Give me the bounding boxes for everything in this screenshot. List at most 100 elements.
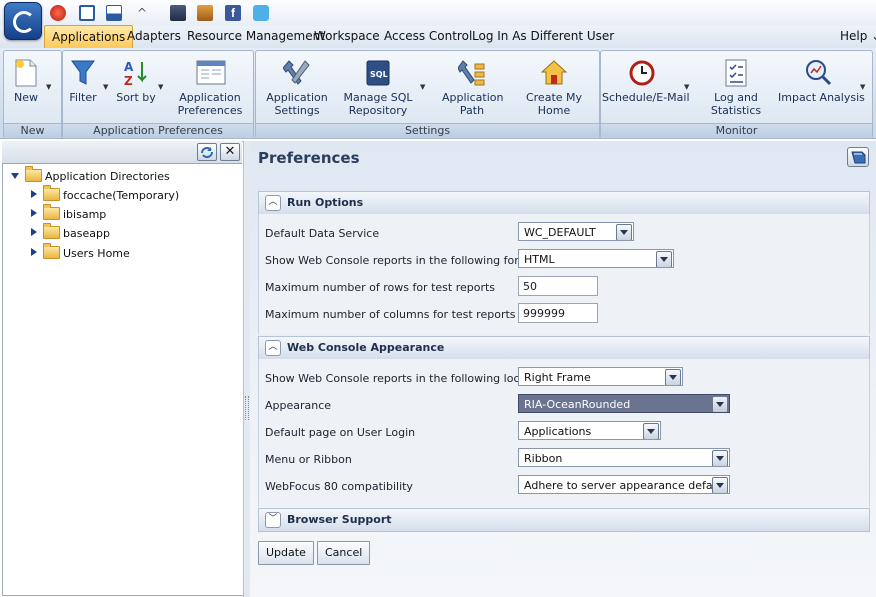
sort-az-icon: AZ bbox=[122, 58, 150, 88]
filter-dropdown-icon[interactable]: ▼ bbox=[103, 83, 108, 91]
select-value: Right Frame bbox=[524, 371, 591, 384]
close-icon[interactable]: ✕ bbox=[220, 143, 240, 161]
ribbon-group-label: Application Preferences bbox=[63, 123, 253, 138]
expand-arrow-icon[interactable] bbox=[31, 209, 37, 217]
quick-access-bar bbox=[0, 0, 876, 26]
chevron-down-icon[interactable] bbox=[656, 251, 672, 267]
menu-workspace[interactable]: Workspace bbox=[307, 26, 387, 46]
sort-by-button[interactable]: AZ Sort by bbox=[115, 58, 157, 104]
tree-item-baseapp[interactable]: baseapp bbox=[31, 223, 110, 243]
splitter-grip-icon bbox=[245, 396, 249, 420]
minimize-panel-icon[interactable] bbox=[106, 5, 122, 21]
expand-arrow-icon[interactable] bbox=[11, 173, 19, 179]
filter-button[interactable]: Filter bbox=[66, 58, 100, 104]
chevron-down-icon[interactable] bbox=[712, 450, 728, 466]
update-button[interactable]: Update bbox=[258, 541, 314, 565]
folder-icon bbox=[43, 204, 60, 220]
webfocus-compat-select[interactable]: Adhere to server appearance default bbox=[518, 475, 730, 494]
svg-text:A: A bbox=[124, 60, 134, 74]
create-home-label-2: Home bbox=[537, 104, 571, 117]
chevron-down-icon[interactable] bbox=[616, 224, 632, 240]
field-label-appearance: Appearance bbox=[265, 399, 332, 412]
application-preferences-button[interactable]: Application Preferences bbox=[176, 58, 244, 117]
section-run-options[interactable]: ︿ Run Options bbox=[258, 191, 870, 215]
menu-help[interactable]: Help ⌄ bbox=[833, 26, 876, 46]
log-stats-label-2: Statistics bbox=[710, 104, 762, 117]
max-rows-input[interactable]: 50 bbox=[518, 276, 598, 296]
create-home-label-1: Create My bbox=[525, 91, 583, 104]
impact-analysis-button[interactable]: Impact Analysis bbox=[778, 58, 865, 104]
menu-access-control[interactable]: Access Control bbox=[377, 26, 479, 46]
tree-item-foccache[interactable]: foccache(Temporary) bbox=[31, 185, 180, 205]
chevron-down-icon[interactable] bbox=[665, 369, 681, 385]
menu-or-ribbon-select[interactable]: Ribbon bbox=[518, 448, 730, 467]
app-path-label-1: Application bbox=[442, 91, 504, 104]
new-button[interactable]: New bbox=[8, 58, 44, 104]
log-stats-label-1: Log and bbox=[714, 91, 758, 104]
field-label-default-page: Default page on User Login bbox=[265, 426, 416, 439]
window-icon[interactable] bbox=[79, 5, 95, 21]
stop-icon[interactable] bbox=[50, 5, 66, 21]
chevron-down-icon: ⌄ bbox=[871, 29, 876, 43]
impact-dropdown-icon[interactable]: ▼ bbox=[860, 83, 865, 91]
manage-sql-repository-button[interactable]: SQL Manage SQL Repository bbox=[342, 58, 414, 117]
tree-item-label: foccache(Temporary) bbox=[63, 189, 180, 202]
app-settings-label-2: Settings bbox=[274, 104, 320, 117]
report-format-select[interactable]: HTML bbox=[518, 249, 674, 268]
users-icon[interactable] bbox=[197, 5, 213, 21]
folder-icon bbox=[43, 185, 60, 201]
create-my-home-button[interactable]: Create My Home bbox=[524, 58, 584, 117]
application-settings-button[interactable]: Application Settings bbox=[266, 58, 328, 117]
collapse-icon[interactable]: ︿ bbox=[265, 195, 281, 211]
menu-adapters[interactable]: Adapters bbox=[120, 26, 188, 46]
tree-item-users-home[interactable]: Users Home bbox=[31, 243, 130, 263]
menu-help-label: Help bbox=[840, 29, 868, 43]
refresh-icon[interactable] bbox=[197, 143, 217, 161]
section-browser-support[interactable]: ﹀ Browser Support bbox=[258, 508, 870, 532]
manage-sql-label-1: Manage SQL bbox=[343, 91, 413, 104]
appearance-select[interactable]: RIA-OceanRounded bbox=[518, 394, 730, 413]
cancel-button[interactable]: Cancel bbox=[317, 541, 371, 565]
tree-item-ibisamp[interactable]: ibisamp bbox=[31, 204, 106, 224]
chevron-down-icon[interactable] bbox=[712, 396, 728, 412]
preferences-window-icon bbox=[196, 58, 226, 86]
app-menu-orb-icon[interactable] bbox=[4, 2, 42, 40]
sql-dropdown-icon[interactable]: ▼ bbox=[420, 83, 425, 91]
section-web-console-appearance[interactable]: ︿ Web Console Appearance bbox=[258, 336, 870, 360]
chevron-down-icon[interactable] bbox=[712, 477, 728, 493]
expand-icon[interactable]: ﹀ bbox=[265, 512, 281, 528]
folder-icon bbox=[43, 223, 60, 239]
default-data-service-select[interactable]: WC_DEFAULT bbox=[518, 222, 634, 241]
schedule-email-button[interactable]: Schedule/E-Mail bbox=[602, 58, 690, 104]
page-title: Preferences bbox=[258, 149, 360, 167]
help-book-icon[interactable] bbox=[847, 147, 869, 167]
app-prefs-label-2: Preferences bbox=[177, 104, 243, 117]
schedule-label: Schedule/E-Mail bbox=[602, 91, 690, 104]
sort-dropdown-icon[interactable]: ▼ bbox=[158, 83, 163, 91]
filter-label: Filter bbox=[69, 91, 97, 104]
field-label-max-rows: Maximum number of rows for test reports bbox=[265, 281, 496, 294]
expand-arrow-icon[interactable] bbox=[31, 190, 37, 198]
menu-log-in-different-user[interactable]: Log In As Different User bbox=[465, 26, 621, 46]
report-location-select[interactable]: Right Frame bbox=[518, 367, 683, 386]
default-page-select[interactable]: Applications bbox=[518, 421, 661, 440]
twitter-icon[interactable] bbox=[253, 5, 269, 21]
manage-sql-label-2: Repository bbox=[348, 104, 408, 117]
impact-label: Impact Analysis bbox=[778, 91, 865, 104]
svg-text:Z: Z bbox=[124, 74, 133, 88]
max-columns-input[interactable]: 999999 bbox=[518, 303, 598, 323]
new-dropdown-icon[interactable]: ▼ bbox=[46, 83, 51, 91]
expand-arrow-icon[interactable] bbox=[31, 248, 37, 256]
log-and-statistics-button[interactable]: Log and Statistics bbox=[708, 58, 764, 117]
sql-icon[interactable] bbox=[170, 5, 186, 21]
facebook-icon[interactable]: f bbox=[225, 5, 241, 21]
expand-arrow-icon[interactable] bbox=[31, 228, 37, 236]
tree-root-application-directories[interactable]: Application Directories bbox=[11, 166, 170, 186]
schedule-dropdown-icon[interactable]: ▼ bbox=[684, 83, 689, 91]
chevron-up-icon[interactable]: ^ bbox=[137, 6, 147, 20]
collapse-icon[interactable]: ︿ bbox=[265, 340, 281, 356]
chevron-down-icon[interactable] bbox=[643, 423, 659, 439]
application-path-button[interactable]: Application Path bbox=[442, 58, 504, 117]
select-value: Adhere to server appearance default bbox=[524, 479, 727, 492]
home-icon bbox=[540, 58, 568, 86]
